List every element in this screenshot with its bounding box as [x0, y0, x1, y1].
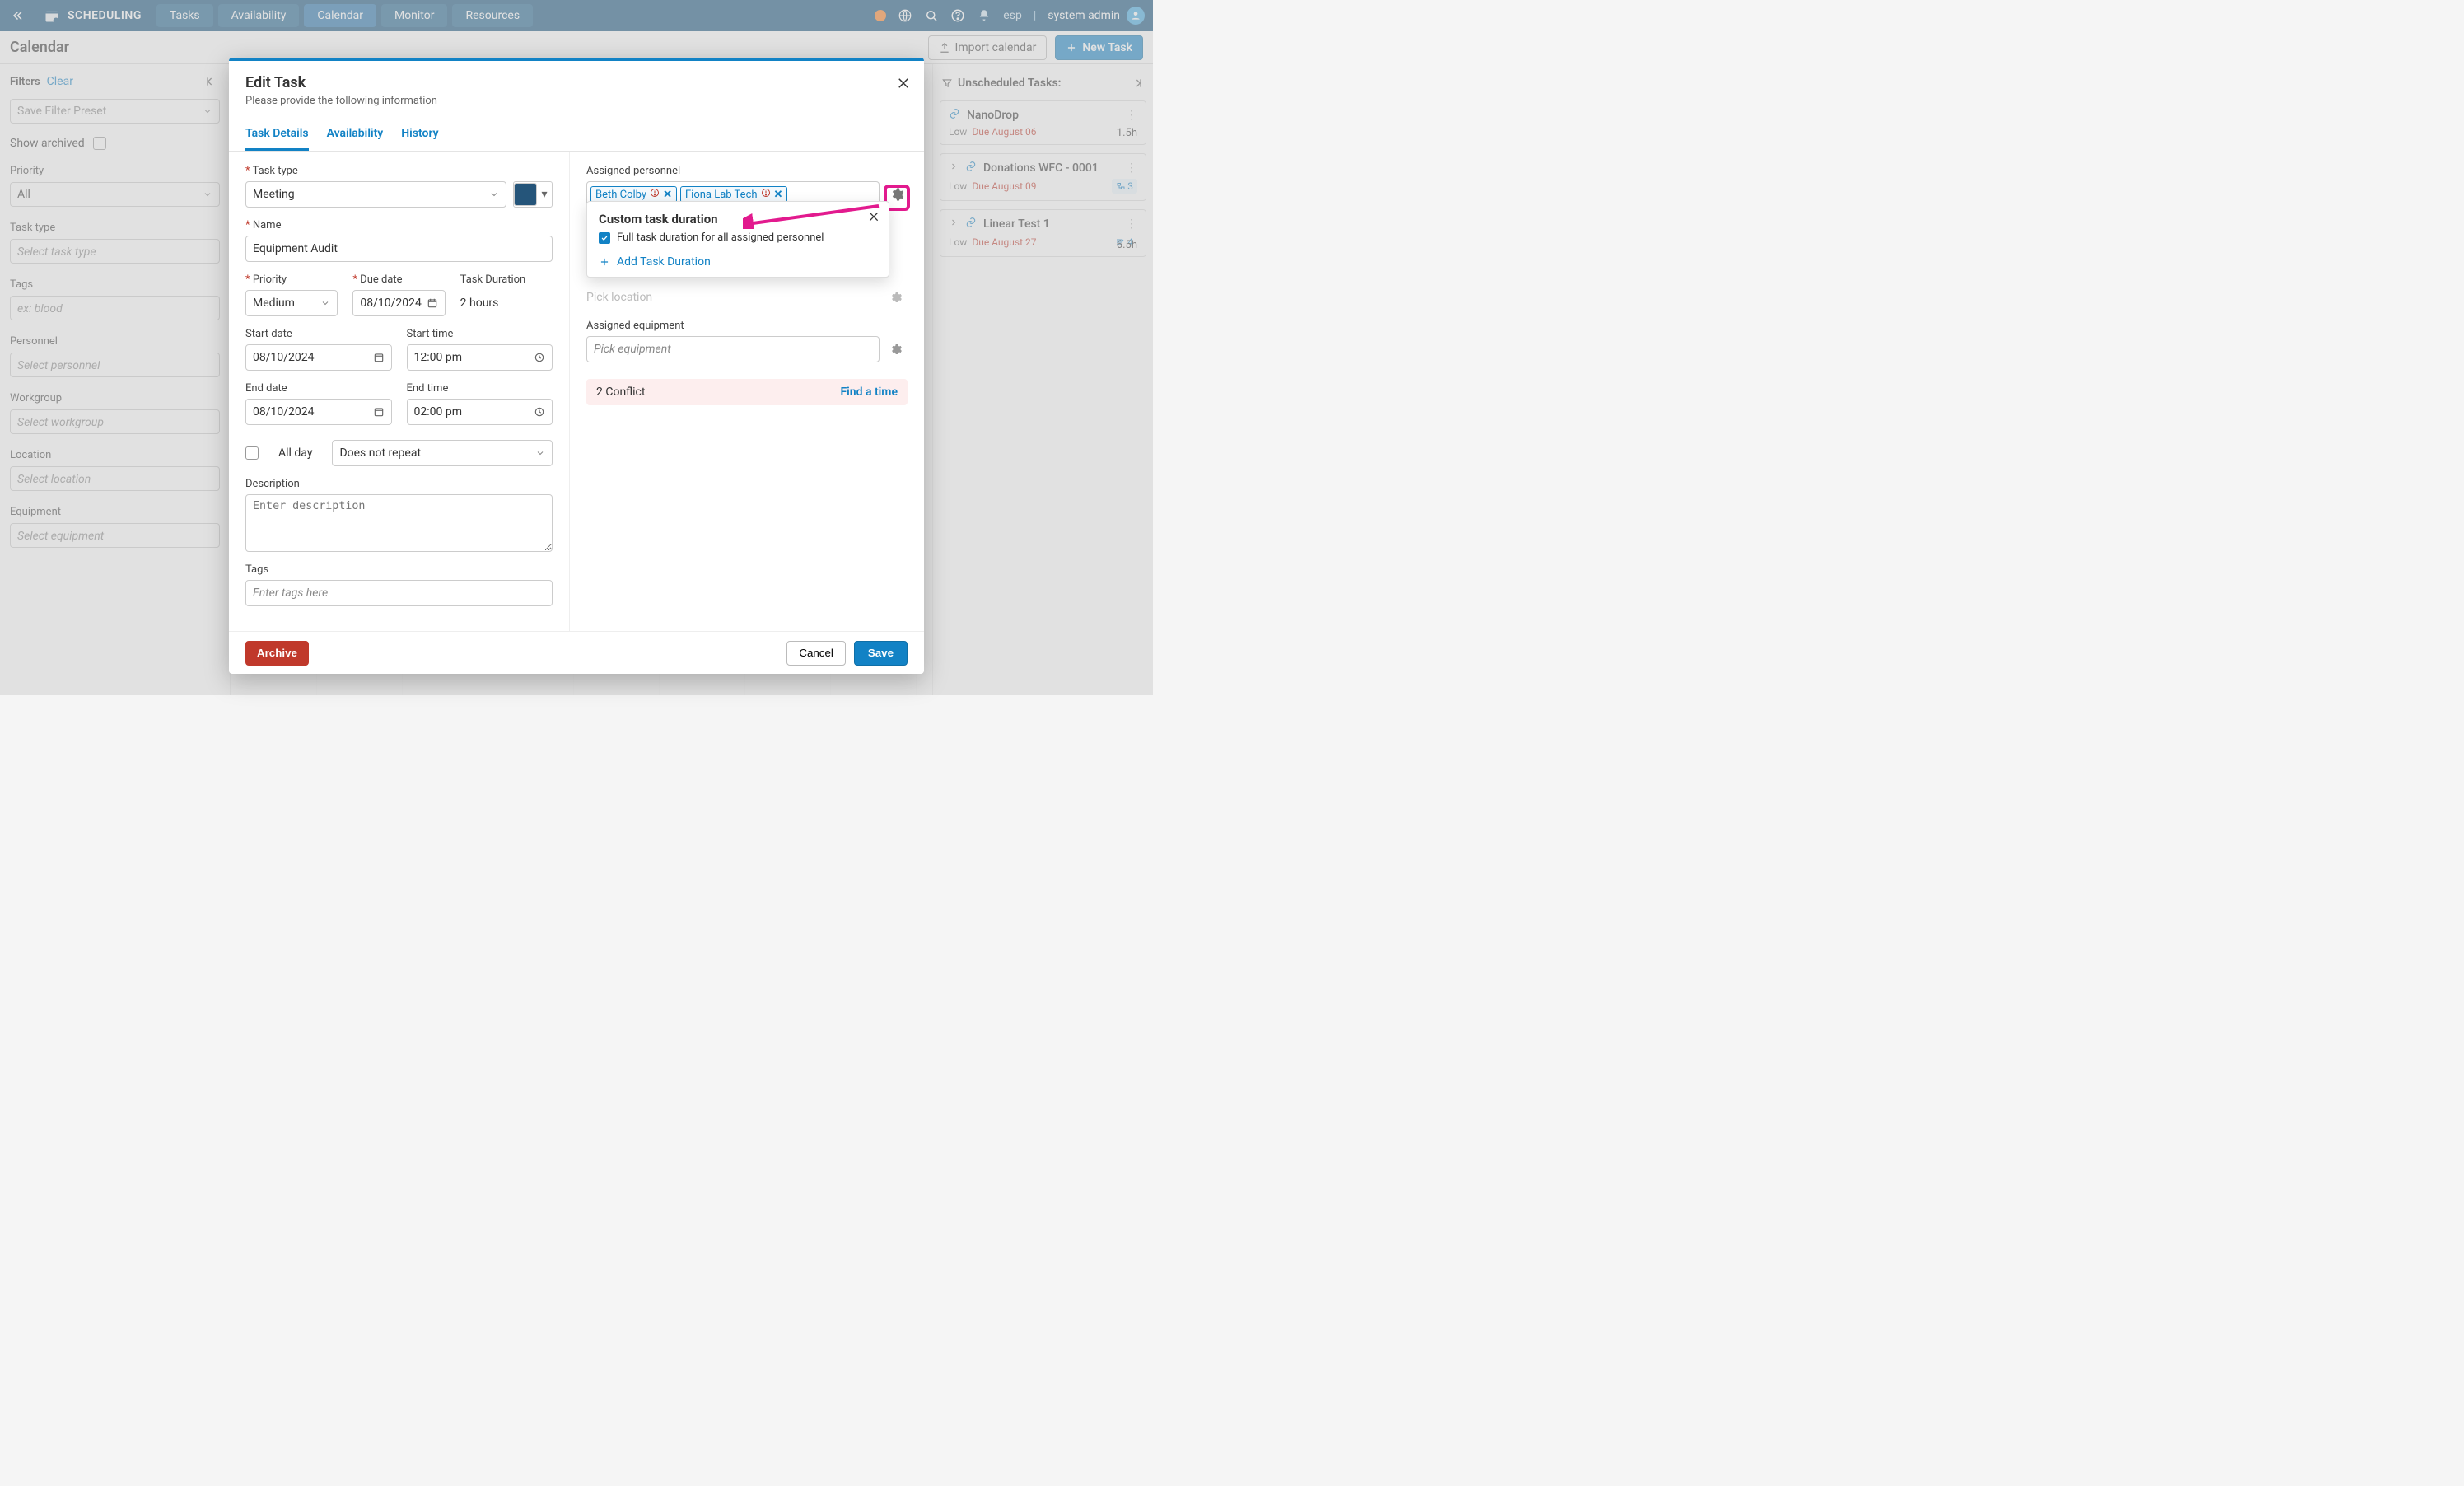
assigned-equipment-label: Assigned equipment	[586, 320, 908, 332]
chevron-down-icon	[535, 448, 545, 458]
modal-tabs: Task Details Availability History	[229, 115, 924, 152]
modal-tab-availability[interactable]: Availability	[327, 120, 384, 151]
clock-icon	[534, 406, 545, 418]
find-a-time-link[interactable]: Find a time	[840, 386, 898, 399]
save-button[interactable]: Save	[854, 641, 908, 666]
equipment-settings-gear[interactable]	[886, 339, 908, 360]
duration-label: Task Duration	[460, 273, 553, 286]
conflict-banner: 2 Conflict Find a time	[586, 379, 908, 405]
edit-task-modal: Edit Task Please provide the following i…	[229, 58, 924, 674]
modal-title: Edit Task	[245, 74, 908, 91]
modal-subtitle: Please provide the following information	[245, 95, 908, 107]
add-task-duration-link[interactable]: Add Task Duration	[599, 255, 877, 269]
start-date-label: Start date	[245, 328, 392, 340]
end-time-label: End time	[407, 382, 553, 395]
priority-label: Priority	[245, 273, 338, 286]
name-input[interactable]: Equipment Audit	[245, 236, 553, 262]
close-icon[interactable]	[867, 210, 880, 227]
location-picker[interactable]: Pick location	[586, 291, 880, 304]
end-date-input[interactable]: 08/10/2024	[245, 399, 392, 425]
personnel-settings-gear[interactable]	[886, 184, 908, 205]
conflict-text: 2 Conflict	[596, 386, 645, 399]
end-date-label: End date	[245, 382, 392, 395]
task-type-label: Task type	[245, 165, 506, 177]
duration-value: 2 hours	[460, 290, 553, 316]
remove-chip-icon[interactable]: ✕	[774, 189, 783, 201]
repeat-select[interactable]: Does not repeat	[332, 440, 553, 466]
all-day-checkbox[interactable]	[245, 446, 259, 460]
modal-tab-history[interactable]: History	[401, 120, 438, 151]
start-date-input[interactable]: 08/10/2024	[245, 344, 392, 371]
caret-down-icon: ▾	[537, 188, 552, 201]
chevron-down-icon	[489, 189, 499, 199]
personnel-chip[interactable]: Beth Colby ✕	[590, 186, 677, 203]
equipment-picker[interactable]: Pick equipment	[586, 336, 880, 362]
modal-right-column: Assigned personnel Beth Colby ✕ Fiona La…	[570, 152, 924, 631]
start-time-label: Start time	[407, 328, 553, 340]
due-date-input[interactable]: 08/10/2024	[352, 290, 445, 316]
task-type-value: Meeting	[253, 188, 295, 201]
task-color-picker[interactable]: ▾	[513, 181, 553, 208]
modal-footer: Archive Cancel Save	[229, 631, 924, 674]
full-duration-label: Full task duration for all assigned pers…	[617, 231, 824, 244]
all-day-label: All day	[278, 446, 312, 460]
modal-tab-details[interactable]: Task Details	[245, 120, 309, 151]
clock-icon	[534, 352, 545, 363]
start-time-input[interactable]: 12:00 pm	[407, 344, 553, 371]
chevron-down-icon	[320, 298, 330, 308]
popover-title: Custom task duration	[599, 212, 877, 227]
custom-duration-popover: Custom task duration Full task duration …	[586, 201, 889, 278]
priority-select[interactable]: Medium	[245, 290, 338, 316]
assigned-personnel-label: Assigned personnel	[586, 165, 908, 177]
due-date-label: Due date	[352, 273, 445, 286]
tags-label: Tags	[245, 563, 553, 576]
calendar-icon	[373, 352, 385, 363]
warning-icon	[761, 188, 771, 201]
end-time-input[interactable]: 02:00 pm	[407, 399, 553, 425]
location-settings-gear[interactable]	[886, 287, 908, 308]
warning-icon	[650, 188, 660, 201]
name-label: Name	[245, 219, 553, 231]
remove-chip-icon[interactable]: ✕	[663, 189, 672, 201]
close-icon[interactable]	[896, 76, 911, 94]
color-swatch	[514, 183, 537, 206]
modal-left-column: Task type Meeting ▾ Name Equipment Audit	[229, 152, 570, 631]
archive-button[interactable]: Archive	[245, 641, 309, 666]
description-label: Description	[245, 478, 553, 490]
calendar-icon	[373, 406, 385, 418]
personnel-chip[interactable]: Fiona Lab Tech ✕	[680, 186, 787, 203]
cancel-button[interactable]: Cancel	[786, 641, 846, 666]
full-duration-checkbox[interactable]	[599, 232, 610, 244]
task-type-select[interactable]: Meeting	[245, 181, 506, 208]
calendar-icon	[427, 297, 438, 309]
description-textarea[interactable]	[245, 494, 553, 552]
tags-input[interactable]: Enter tags here	[245, 580, 553, 606]
